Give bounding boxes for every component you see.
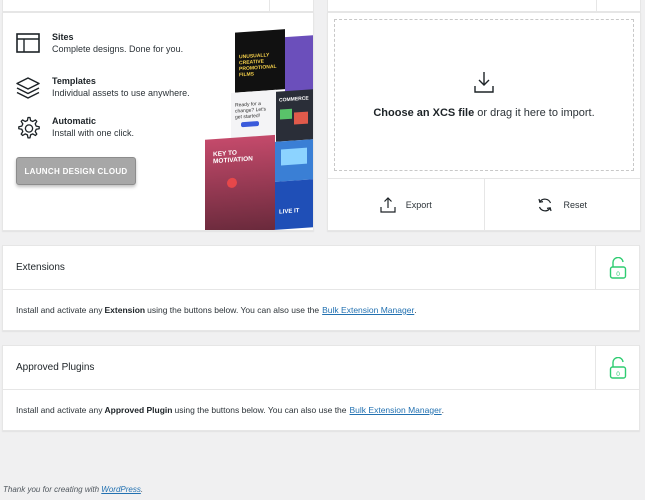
feature-automatic: Automatic Install with one click. xyxy=(15,115,134,141)
section-title: Approved Plugins xyxy=(16,362,95,373)
feature-desc: Install with one click. xyxy=(52,128,135,138)
launch-design-cloud-button[interactable]: LAUNCH DESIGN CLOUD xyxy=(16,157,136,185)
top-right-card-edge xyxy=(327,0,641,12)
desc-strong: Approved Plugin xyxy=(104,405,173,415)
feature-sites: Sites Complete designs. Done for you. xyxy=(15,31,183,57)
lock-box-edge xyxy=(596,0,640,12)
collage-tile: COMMERCE xyxy=(276,89,313,142)
top-left-card-edge xyxy=(2,0,314,12)
lock-box-edge xyxy=(269,0,313,12)
collage-tile-text: COMMERCE xyxy=(279,95,309,104)
admin-footer: Thank you for creating with WordPress. xyxy=(3,485,143,494)
footer-text: . xyxy=(140,485,144,494)
approved-plugins-header: Approved Plugins 0 xyxy=(3,346,639,390)
collage-mini-button xyxy=(241,121,259,128)
unlock-button[interactable]: 0 xyxy=(595,246,639,290)
feature-title: Sites xyxy=(52,32,74,42)
desc-text: Install and activate any xyxy=(16,305,103,315)
svg-text:0: 0 xyxy=(616,271,620,278)
section-title: Extensions xyxy=(16,262,65,273)
import-card: Choose an XCS file or drag it here to im… xyxy=(327,12,641,231)
collage-tile-text: Ready for a change? Let's get started! xyxy=(235,100,266,121)
collage-tile: UNUSUALLY CREATIVE PROMOTIONAL FILMS xyxy=(235,29,285,93)
feature-desc: Complete designs. Done for you. xyxy=(52,44,184,54)
collage-tile: LIVE IT xyxy=(275,179,313,230)
desc-text: . xyxy=(441,405,445,415)
design-cloud-card: Sites Complete designs. Done for you. Te… xyxy=(2,12,314,231)
feature-title: Templates xyxy=(52,76,96,86)
collage-mini-block xyxy=(281,147,307,166)
bulk-extension-manager-link[interactable]: Bulk Extension Manager xyxy=(350,405,442,415)
choose-file-text[interactable]: Choose an XCS file xyxy=(373,107,474,119)
export-label: Export xyxy=(405,199,432,210)
desc-text: using the buttons below. You can also us… xyxy=(174,405,347,415)
drag-text: or drag it here to import. xyxy=(474,107,595,119)
wordpress-link[interactable]: WordPress xyxy=(101,485,141,494)
collage-tile-text: LIVE IT xyxy=(279,208,300,216)
browser-window-icon xyxy=(16,33,40,53)
refresh-icon xyxy=(538,198,553,211)
feature-templates: Templates Individual assets to use anywh… xyxy=(15,75,190,101)
collage-mini-block xyxy=(280,108,292,120)
design-preview-collage: UNUSUALLY CREATIVE PROMOTIONAL FILMS Rea… xyxy=(203,27,313,230)
extensions-description: Install and activate any Extension using… xyxy=(3,290,639,330)
collage-tile: KEY TO MOTIVATION xyxy=(205,134,275,230)
collage-tile xyxy=(285,35,313,93)
export-button[interactable]: Export xyxy=(328,179,484,230)
reset-button[interactable]: Reset xyxy=(483,179,641,230)
feature-desc: Individual assets to use anywhere. xyxy=(52,88,190,98)
unlock-button[interactable]: 0 xyxy=(595,346,639,390)
gear-icon xyxy=(18,116,40,139)
desc-text: Install and activate any xyxy=(16,405,103,415)
extensions-card: Extensions 0 Install and activate any Ex… xyxy=(2,245,640,331)
extensions-header: Extensions 0 xyxy=(3,246,639,290)
collage-tile xyxy=(275,139,313,182)
upload-icon xyxy=(380,196,396,213)
reset-label: Reset xyxy=(563,199,587,210)
unlock-icon: 0 xyxy=(609,257,626,279)
desc-text: . xyxy=(414,305,417,315)
collage-tile: Ready for a change? Let's get started! xyxy=(231,89,276,138)
footer-text: Thank you for creating with xyxy=(3,485,102,494)
bulk-extension-manager-link[interactable]: Bulk Extension Manager xyxy=(322,305,414,315)
svg-text:0: 0 xyxy=(616,371,620,378)
import-actions: Export Reset xyxy=(328,178,640,230)
layers-icon xyxy=(16,77,40,99)
dropzone-text: Choose an XCS file or drag it here to im… xyxy=(373,107,594,119)
desc-text: using the buttons below. You can also us… xyxy=(147,305,320,315)
approved-plugins-description: Install and activate any Approved Plugin… xyxy=(3,390,639,430)
xcs-dropzone[interactable]: Choose an XCS file or drag it here to im… xyxy=(334,19,634,171)
collage-mini-block xyxy=(294,111,308,125)
feature-title: Automatic xyxy=(52,116,97,126)
desc-strong: Extension xyxy=(104,305,146,315)
collage-tile-text: KEY TO MOTIVATION xyxy=(213,149,253,166)
play-icon xyxy=(227,177,237,189)
download-icon xyxy=(474,72,494,93)
approved-plugins-card: Approved Plugins 0 Install and activate … xyxy=(2,345,640,431)
unlock-icon: 0 xyxy=(609,357,626,379)
collage-tile-text: UNUSUALLY CREATIVE PROMOTIONAL FILMS xyxy=(239,52,277,79)
